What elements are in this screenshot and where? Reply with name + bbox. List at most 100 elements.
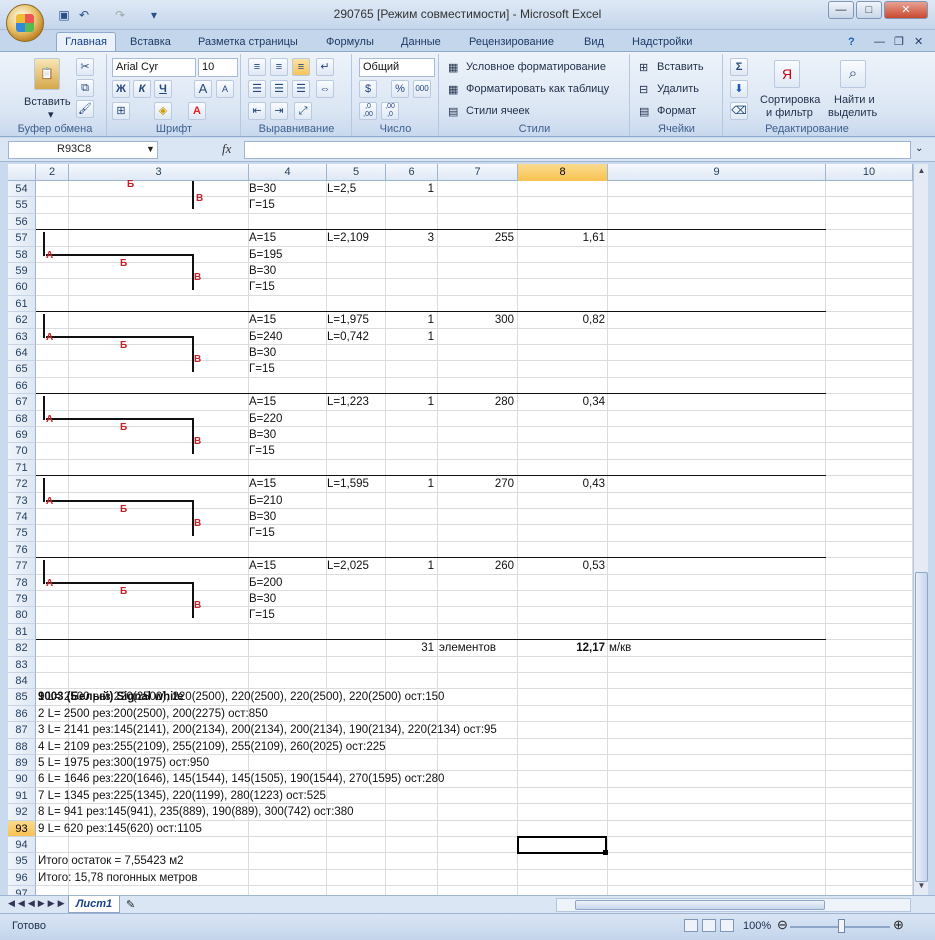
cell[interactable]: Г=15	[249, 197, 275, 213]
formula-input[interactable]	[244, 141, 911, 159]
find-select-button[interactable]: Найти и	[834, 94, 875, 106]
align-middle-icon[interactable]: ≡	[270, 58, 288, 76]
format-as-table-button[interactable]: Форматировать как таблицу	[466, 83, 609, 95]
cutting-line[interactable]: 1 L= 2500 рез:220(2500), 220(2500), 220(…	[38, 689, 444, 705]
row-header-55[interactable]: 55	[8, 197, 36, 214]
insert-function-button[interactable]: fx	[222, 141, 238, 159]
cutting-line[interactable]: 8 L= 941 рез:145(941), 235(889), 190(889…	[38, 804, 354, 820]
row-header-93[interactable]: 93	[8, 820, 36, 837]
horizontal-scroll-thumb[interactable]	[575, 900, 825, 910]
sort-filter-button[interactable]: Сортировка	[760, 94, 820, 106]
row-header-63[interactable]: 63	[8, 328, 36, 345]
font-color-icon[interactable]: A	[188, 102, 206, 120]
cell[interactable]: Г=15	[249, 607, 275, 623]
cell[interactable]	[386, 575, 434, 591]
cell[interactable]: Г=15	[249, 361, 275, 377]
number-format-select[interactable]: Общий	[359, 58, 435, 77]
help-icon[interactable]: ?	[844, 33, 859, 52]
select-all-corner[interactable]	[8, 164, 36, 181]
row-header-70[interactable]: 70	[8, 443, 36, 460]
area-unit[interactable]: м/кв	[609, 640, 631, 656]
cell[interactable]: L=1,595	[327, 476, 369, 492]
orientation-icon[interactable]: ⤢	[294, 102, 312, 120]
cell[interactable]: 0,34	[518, 394, 605, 410]
cell[interactable]: 1	[386, 329, 434, 345]
row-header-71[interactable]: 71	[8, 459, 36, 477]
normal-view-icon[interactable]	[684, 919, 698, 932]
fill-color-icon[interactable]: ◈	[154, 102, 172, 120]
cutting-line[interactable]: 7 L= 1345 рез:225(1345), 220(1199), 280(…	[38, 788, 326, 804]
cell[interactable]: L=2,109	[327, 230, 369, 246]
cell[interactable]: L=1,223	[327, 394, 369, 410]
cell[interactable]	[386, 247, 434, 263]
office-button[interactable]	[6, 4, 44, 42]
align-center-icon[interactable]: ☰	[270, 80, 288, 98]
column-header-8[interactable]: 8	[518, 164, 608, 181]
cell[interactable]: А=15	[249, 394, 276, 410]
cell-styles-button[interactable]: Стили ячеек	[466, 105, 529, 117]
autosum-icon[interactable]: Σ	[730, 58, 748, 76]
cell[interactable]: В=30	[249, 427, 276, 443]
cell[interactable]: В=30	[249, 263, 276, 279]
paste-dropdown-icon[interactable]: ▾	[48, 108, 54, 121]
remainder-total[interactable]: Итого остаток = 7,55423 м2	[38, 853, 184, 869]
row-header-54[interactable]: 54	[8, 181, 36, 198]
cell[interactable]: L=1,975	[327, 312, 369, 328]
align-right-icon[interactable]: ☰	[292, 80, 310, 98]
row-header-85[interactable]: 85	[8, 689, 36, 706]
cell[interactable]: Б=210	[249, 493, 282, 509]
borders-icon[interactable]: ⊞	[112, 102, 130, 120]
cell[interactable]: 0,53	[518, 558, 605, 574]
cell[interactable]: В=30	[249, 345, 276, 361]
row-header-84[interactable]: 84	[8, 673, 36, 690]
cell[interactable]: L=2,025	[327, 558, 369, 574]
element-count[interactable]: 31	[386, 640, 434, 656]
cell[interactable]: 260	[438, 558, 514, 574]
cutting-line[interactable]: 6 L= 1646 рез:220(1646), 145(1544), 145(…	[38, 771, 444, 787]
increase-indent-icon[interactable]: ⇥	[270, 102, 288, 120]
tab-addins[interactable]: Надстройки	[628, 33, 696, 52]
cell[interactable]: Б=195	[249, 247, 282, 263]
thousands-button[interactable]: 000	[413, 80, 431, 98]
doc-close-button[interactable]: ✕	[910, 33, 927, 52]
row-header-81[interactable]: 81	[8, 623, 36, 641]
delete-cells-button[interactable]: Удалить	[657, 83, 699, 95]
row-header-65[interactable]: 65	[8, 361, 36, 378]
row-header-60[interactable]: 60	[8, 279, 36, 296]
cell[interactable]: 270	[438, 476, 514, 492]
doc-restore-button[interactable]: ❐	[890, 33, 908, 52]
increase-decimal-button[interactable]: ,0 ,00	[359, 102, 377, 120]
sort-filter-icon[interactable]: Я	[774, 60, 800, 88]
zoom-in-icon[interactable]: ⊕	[893, 917, 904, 933]
cell[interactable]: В=30	[249, 591, 276, 607]
meters-total[interactable]: Итого: 15,78 погонных метров	[38, 870, 197, 886]
row-header-72[interactable]: 72	[8, 476, 36, 493]
decrease-indent-icon[interactable]: ⇤	[248, 102, 266, 120]
merge-cells-icon[interactable]: ⇔	[316, 80, 334, 98]
maximize-button[interactable]: □	[856, 1, 882, 19]
page-break-view-icon[interactable]	[720, 919, 734, 932]
cell[interactable]: 3	[386, 230, 434, 246]
name-box[interactable]: R93C8	[8, 141, 158, 159]
row-header-59[interactable]: 59	[8, 263, 36, 280]
row-header-61[interactable]: 61	[8, 295, 36, 313]
copy-icon[interactable]: ⧉	[76, 79, 94, 97]
tab-data[interactable]: Данные	[397, 33, 445, 52]
row-header-89[interactable]: 89	[8, 755, 36, 772]
sheet-tab-list1[interactable]: Лист1	[68, 896, 120, 913]
cell[interactable]: L=0,742	[327, 329, 369, 345]
row-header-92[interactable]: 92	[8, 804, 36, 821]
cutting-line[interactable]: 2 L= 2500 рез:200(2500), 200(2275) ост:8…	[38, 706, 268, 722]
bold-button[interactable]: Ж	[112, 80, 130, 98]
row-header-80[interactable]: 80	[8, 607, 36, 624]
element-count-label[interactable]: элементов	[439, 640, 496, 656]
decrease-decimal-button[interactable]: ,00 ,0	[381, 102, 399, 120]
cell[interactable]: В=30	[249, 509, 276, 525]
tab-view[interactable]: Вид	[580, 33, 608, 52]
wrap-text-icon[interactable]: ↵	[316, 58, 334, 76]
page-layout-view-icon[interactable]	[702, 919, 716, 932]
cell[interactable]: А=15	[249, 312, 276, 328]
paste-icon[interactable]: 📋	[34, 58, 60, 90]
column-header-10[interactable]: 10	[826, 164, 913, 181]
cell[interactable]: Г=15	[249, 525, 275, 541]
